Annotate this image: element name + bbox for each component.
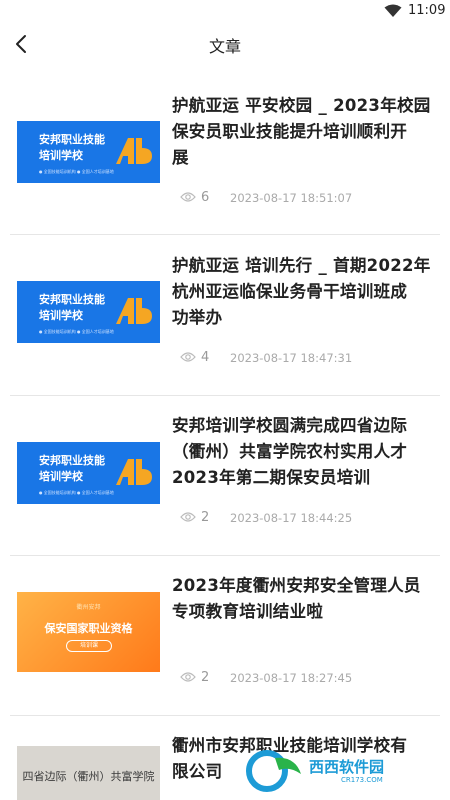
watermark-logo-icon (246, 750, 301, 792)
article-thumbnail: 安邦职业技能 培训学校 ● 全国技能培训机构 ● 全国人才培训基地 (17, 121, 160, 183)
article-thumbnail: 安邦职业技能 培训学校 ● 全国技能培训机构 ● 全国人才培训基地 (17, 442, 160, 504)
article-thumbnail: 衢州安邦 保安国家职业资格 培训课 (17, 592, 160, 672)
watermark: 西西软件园 CR173.COM (241, 746, 436, 796)
article-title: 护航亚运 平安校园 _ 2023年校园 保安员职业技能提升培训顺利开 展 (172, 93, 434, 171)
publish-date: 2023-08-17 18:27:45 (230, 671, 353, 685)
article-thumbnail: 四省边际（衢州）共富学院 (17, 746, 160, 800)
article-title-line: 护航亚运 平安校园 _ 2023年校园 (172, 96, 431, 115)
article-title-line: 功举办 (172, 308, 223, 327)
view-count: 4 (201, 350, 210, 365)
thumb-line2: 培训学校 (39, 149, 83, 162)
article-title-line: 杭州亚运临保业务骨干培训班成 (172, 282, 408, 301)
top-nav: 文章 (0, 24, 450, 64)
article-item[interactable]: 安邦职业技能 培训学校 ● 全国技能培训机构 ● 全国人才培训基地 护航亚运 培… (0, 240, 450, 400)
divider (10, 234, 440, 235)
thumb-line1: 安邦职业技能 (39, 293, 105, 306)
divider (10, 555, 440, 556)
article-title-line: 2023年第二期保安员培训 (172, 468, 371, 487)
thumb-line3: ● 全国技能培训机构 ● 全国人才培训基地 (39, 169, 114, 174)
page-title: 文章 (208, 37, 241, 56)
article-title: 2023年度衢州安邦安全管理人员 专项教育培训结业啦 (172, 573, 434, 625)
thumb-line1: 保安国家职业资格 (44, 622, 133, 635)
eye-icon (180, 352, 196, 362)
school-logo-icon (116, 298, 152, 324)
thumb-line1: 安邦职业技能 (39, 133, 105, 146)
wifi-icon (384, 4, 402, 17)
publish-date: 2023-08-17 18:44:25 (230, 511, 353, 525)
article-title-line: 保安员职业技能提升培训顺利开 (172, 122, 408, 141)
article-title-line: 展 (172, 148, 189, 167)
article-thumbnail: 安邦职业技能 培训学校 ● 全国技能培训机构 ● 全国人才培训基地 (17, 281, 160, 343)
watermark-sub: CR173.COM (341, 776, 383, 784)
article-title-line: 专项教育培训结业啦 (172, 602, 324, 621)
article-title: 护航亚运 培训先行 _ 首期2022年 杭州亚运临保业务骨干培训班成 功举办 (172, 253, 434, 331)
thumb-line3: ● 全国技能培训机构 ● 全国人才培训基地 (39, 490, 114, 495)
article-title-line: （衢州）共富学院农村实用人才 (172, 442, 408, 461)
eye-icon (180, 512, 196, 522)
article-item[interactable]: 衢州安邦 保安国家职业资格 培训课 2023年度衢州安邦安全管理人员 专项教育培… (0, 560, 450, 720)
thumb-line1: 四省边际（衢州）共富学院 (22, 770, 155, 783)
thumb-line0: 衢州安邦 (76, 604, 101, 611)
divider (10, 395, 440, 396)
status-time: 11:09 (408, 3, 446, 18)
eye-icon (180, 672, 196, 682)
school-logo-icon (116, 138, 152, 164)
divider (10, 715, 440, 716)
article-item[interactable]: 安邦职业技能 培训学校 ● 全国技能培训机构 ● 全国人才培训基地 安邦培训学校… (0, 400, 450, 560)
school-logo-icon (116, 459, 152, 485)
article-title: 安邦培训学校圆满完成四省边际 （衢州）共富学院农村实用人才 2023年第二期保安… (172, 413, 434, 491)
view-count: 2 (201, 510, 210, 525)
eye-icon (180, 192, 196, 202)
article-title-line: 2023年度衢州安邦安全管理人员 (172, 576, 421, 595)
watermark-text: 西西软件园 (309, 758, 385, 776)
view-count: 2 (201, 670, 210, 685)
publish-date: 2023-08-17 18:51:07 (230, 191, 353, 205)
thumb-line2: 培训学校 (39, 309, 83, 322)
thumb-line3: ● 全国技能培训机构 ● 全国人才培训基地 (39, 329, 114, 334)
thumb-badge: 培训课 (66, 640, 112, 652)
article-item[interactable]: 安邦职业技能 培训学校 ● 全国技能培训机构 ● 全国人才培训基地 护航亚运 平… (0, 80, 450, 240)
thumb-line2: 培训学校 (39, 470, 83, 483)
view-count: 6 (201, 190, 210, 205)
status-bar: 11:09 (0, 0, 450, 24)
publish-date: 2023-08-17 18:47:31 (230, 351, 353, 365)
thumb-line1: 安邦职业技能 (39, 454, 105, 467)
article-title-line: 安邦培训学校圆满完成四省边际 (172, 416, 408, 435)
article-title-line: 护航亚运 培训先行 _ 首期2022年 (172, 256, 431, 275)
